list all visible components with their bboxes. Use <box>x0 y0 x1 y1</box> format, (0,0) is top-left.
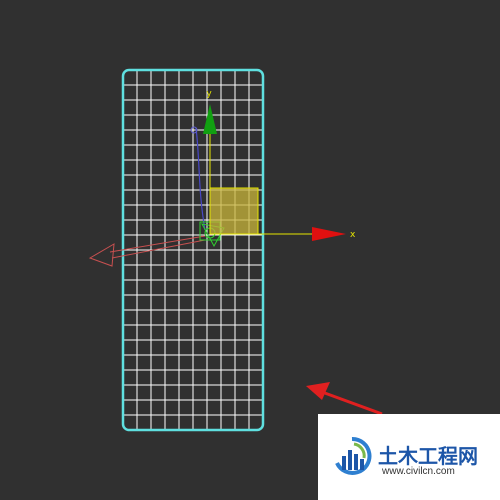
ghost-x-axis-arrow <box>88 235 206 267</box>
x-axis-label: x <box>350 230 356 240</box>
xy-plane-handle[interactable] <box>210 188 258 234</box>
box-wireframe[interactable] <box>121 68 265 432</box>
annotation-arrow <box>306 382 383 416</box>
rotation-trace <box>195 127 206 231</box>
x-axis-arrow[interactable] <box>312 227 346 241</box>
watermark-url: www.civilcn.com <box>382 466 455 477</box>
watermark: 土木工程网 www.civilcn.com <box>318 414 500 500</box>
watermark-brand: 土木工程网 <box>378 444 478 468</box>
civilcn-logo-icon <box>335 436 372 475</box>
y-axis-label: y <box>206 89 212 99</box>
y-axis-arrow[interactable] <box>203 104 217 134</box>
viewport[interactable]: y x 土木工程网 www.civilcn.com <box>0 0 500 500</box>
